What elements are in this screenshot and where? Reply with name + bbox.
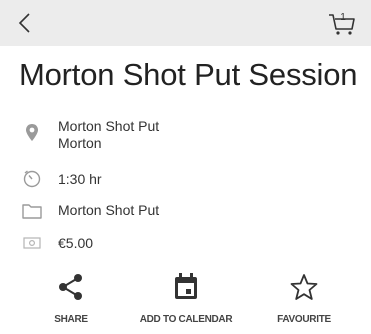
category-text: Morton Shot Put	[58, 202, 160, 218]
share-label: SHARE	[54, 314, 88, 325]
map-pin-icon	[26, 124, 38, 141]
timer-icon	[23, 170, 41, 188]
share-button[interactable]: SHARE	[16, 270, 126, 330]
location-name: Morton Shot Put	[58, 118, 160, 134]
favourite-button[interactable]: FAVOURITE	[249, 270, 359, 330]
banknote-icon	[23, 237, 41, 249]
cart-count-badge: 1	[340, 12, 346, 23]
top-app-bar: 1	[0, 0, 371, 46]
location-place: Morton	[58, 135, 102, 151]
duration-text: 1:30 hr	[58, 171, 102, 187]
add-to-calendar-button[interactable]: ADD TO CALENDAR	[131, 270, 241, 330]
page-title: Morton Shot Put Session	[19, 57, 358, 92]
folder-icon	[22, 204, 42, 219]
back-button[interactable]	[14, 10, 36, 36]
favourite-label: FAVOURITE	[277, 314, 331, 325]
chevron-left-icon	[18, 13, 30, 33]
cart-icon: 1	[329, 12, 355, 35]
star-outline-icon	[290, 274, 318, 300]
price-text: €5.00	[58, 235, 94, 251]
cart-button[interactable]: 1	[327, 7, 357, 37]
calendar-icon	[175, 273, 197, 299]
share-icon	[59, 274, 82, 300]
add-to-calendar-label: ADD TO CALENDAR	[139, 314, 233, 325]
